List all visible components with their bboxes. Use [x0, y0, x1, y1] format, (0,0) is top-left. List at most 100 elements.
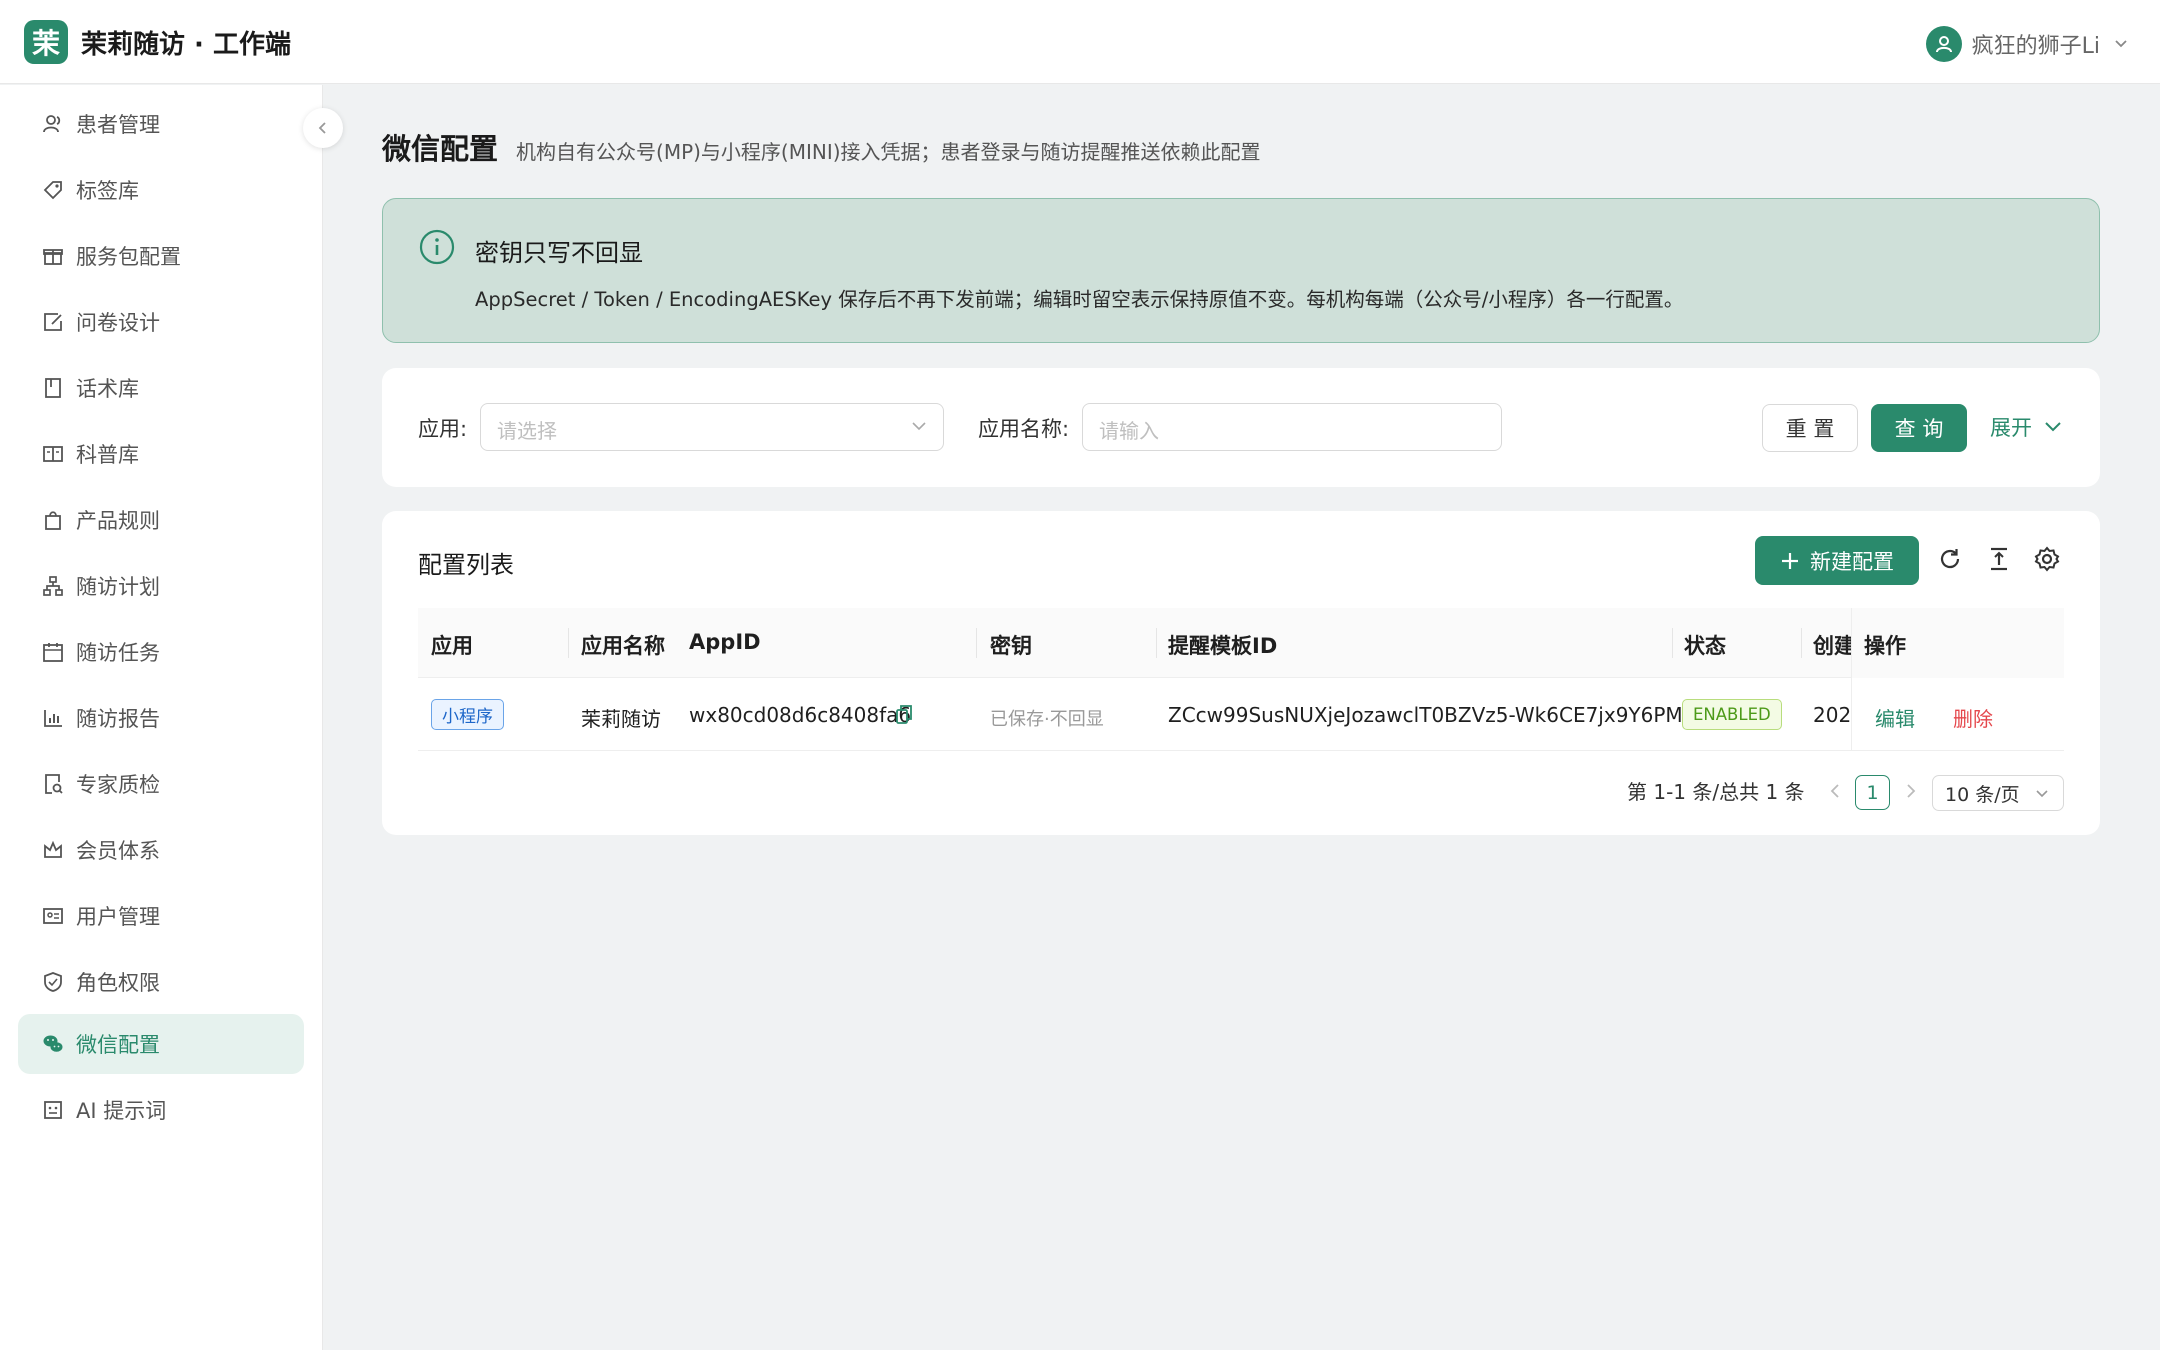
status-badge: ENABLED	[1682, 699, 1782, 730]
brand[interactable]: 茉 茉莉随访 · 工作端	[24, 20, 291, 64]
reload-icon[interactable]	[1937, 546, 1963, 572]
delete-link[interactable]: 删除	[1953, 703, 1993, 732]
sidebar-item-wechat-config[interactable]: 微信配置	[18, 1014, 304, 1074]
user-menu[interactable]: 疯狂的狮子Li	[1925, 26, 2128, 62]
search-form: 应用: 请选择 应用名称: 请输入 重 置 查 询 展开	[382, 368, 2100, 487]
sidebar-item-label: 随访报告	[76, 707, 160, 731]
column-header-template-id[interactable]: 提醒模板ID	[1168, 630, 1277, 660]
sidebar-item-label: 角色权限	[76, 971, 160, 995]
chevron-left-icon	[318, 122, 326, 134]
chevron-down-icon	[2115, 40, 2127, 48]
chevron-right-icon[interactable]	[1905, 783, 1917, 799]
sidebar-item-service-packages[interactable]: 服务包配置	[18, 226, 304, 286]
sidebar-item-expert-qc[interactable]: 专家质检	[18, 754, 304, 814]
table-header: 应用 应用名称 AppID 密钥 提醒模板ID 状态 创建 操作	[418, 608, 2064, 678]
info-icon	[419, 229, 455, 265]
cell-secret: 已保存·不回显	[990, 709, 1104, 730]
app-name-filter-label: 应用名称:	[978, 417, 1070, 441]
fixed-action-cell: 编辑 删除	[1851, 678, 2064, 750]
column-divider	[568, 628, 569, 658]
sidebar-item-label: 微信配置	[76, 1033, 160, 1057]
app-name-input[interactable]: 请输入	[1082, 403, 1502, 451]
app-type-tag: 小程序	[431, 699, 504, 730]
patient-icon	[43, 115, 61, 133]
cell-app-name: 茉莉随访	[581, 707, 661, 731]
column-header-secret[interactable]: 密钥	[990, 630, 1032, 660]
sidebar-item-label: AI 提示词	[76, 1099, 167, 1123]
sidebar-item-label: 随访任务	[76, 641, 160, 665]
created-column-clip: 创建	[1813, 608, 1851, 677]
sidebar-item-questionnaire[interactable]: 问卷设计	[18, 292, 304, 352]
user-avatar-icon	[1925, 26, 1962, 62]
sidebar-item-membership[interactable]: 会员体系	[18, 820, 304, 880]
sidebar-item-label: 问卷设计	[76, 311, 160, 335]
sidebar-item-label: 标签库	[76, 179, 139, 203]
cluster-icon	[43, 576, 63, 596]
sidebar-item-science[interactable]: 科普库	[18, 424, 304, 484]
sidebar-item-label: 产品规则	[76, 509, 160, 533]
sidebar-item-label: 服务包配置	[76, 245, 181, 269]
chevron-left-icon[interactable]	[1829, 783, 1841, 799]
tag-icon	[43, 181, 62, 200]
page-size-value: 10 条/页	[1945, 783, 2020, 806]
copy-icon[interactable]	[895, 704, 913, 726]
query-button[interactable]: 查 询	[1871, 404, 1967, 452]
column-height-icon[interactable]	[1986, 546, 2012, 572]
sidebar-item-product-rules[interactable]: 产品规则	[18, 490, 304, 550]
reset-button[interactable]: 重 置	[1762, 404, 1858, 452]
created-column-clip: 202	[1813, 678, 1851, 750]
page-1-button[interactable]: 1	[1855, 775, 1890, 810]
crown-icon	[44, 840, 62, 858]
column-header-appid[interactable]: AppID	[689, 630, 761, 654]
sidebar-item-follow-reports[interactable]: 随访报告	[18, 688, 304, 748]
sidebar-item-ai-prompts[interactable]: AI 提示词	[18, 1080, 304, 1140]
sidebar-item-label: 患者管理	[76, 113, 160, 137]
table-title: 配置列表	[418, 551, 514, 579]
sidebar-item-scripts[interactable]: 话术库	[18, 358, 304, 418]
setting-icon[interactable]	[2034, 546, 2060, 572]
sidebar-collapse-button[interactable]	[303, 108, 343, 148]
audit-icon	[45, 774, 63, 794]
page-title: 微信配置	[382, 132, 499, 166]
pagination-total: 第 1-1 条/总共 1 条	[1627, 780, 1805, 804]
sidebar-item-follow-tasks[interactable]: 随访任务	[18, 622, 304, 682]
chevron-down-icon	[912, 422, 926, 431]
sidebar-item-patients[interactable]: 患者管理	[18, 94, 304, 154]
column-header-app-name[interactable]: 应用名称	[581, 630, 665, 660]
column-divider	[1156, 628, 1157, 658]
expand-toggle[interactable]: 展开	[1990, 412, 2062, 442]
shopping-bag-icon	[45, 511, 61, 530]
column-header-app[interactable]: 应用	[431, 630, 473, 660]
column-header-status[interactable]: 状态	[1684, 630, 1726, 660]
app-select[interactable]: 请选择	[480, 403, 944, 451]
sidebar-item-follow-plan[interactable]: 随访计划	[18, 556, 304, 616]
sidebar-item-roles[interactable]: 角色权限	[18, 952, 304, 1012]
cell-created: 202	[1813, 703, 1851, 727]
info-alert: 密钥只写不回显 AppSecret / Token / EncodingAESK…	[382, 198, 2100, 343]
plus-icon	[1782, 552, 1798, 569]
sidebar-item-label: 用户管理	[76, 905, 160, 929]
sidebar-item-users[interactable]: 用户管理	[18, 886, 304, 946]
sidebar-item-tags[interactable]: 标签库	[18, 160, 304, 220]
id-card-icon	[43, 908, 63, 924]
app-select-placeholder: 请选择	[497, 419, 557, 443]
sidebar-item-label: 会员体系	[76, 839, 160, 863]
edit-link[interactable]: 编辑	[1875, 703, 1915, 732]
top-header: 茉 茉莉随访 · 工作端 疯狂的狮子Li	[0, 0, 2160, 84]
new-config-button[interactable]: 新建配置	[1755, 536, 1919, 585]
page-size-select[interactable]: 10 条/页	[1932, 775, 2064, 811]
cell-template-id: ZCcw99SusNUXjeJozawclT0BZVz5-Wk6CE7jx9Y6…	[1168, 703, 1697, 727]
column-header-created[interactable]: 创建	[1813, 630, 1851, 660]
sidebar-item-label: 科普库	[76, 443, 139, 467]
app-logo: 茉	[24, 20, 68, 64]
sidebar-item-label: 话术库	[76, 377, 139, 401]
page-header: 微信配置 机构自有公众号(MP)与小程序(MINI)接入凭据；患者登录与随访提醒…	[382, 126, 1261, 168]
bar-chart-icon	[44, 710, 62, 727]
new-config-label: 新建配置	[1810, 549, 1894, 574]
gift-icon	[43, 249, 63, 265]
user-name: 疯狂的狮子Li	[1971, 34, 2100, 59]
cell-appid: wx80cd08d6c8408fa6	[689, 703, 912, 727]
shield-icon	[44, 972, 62, 992]
fixed-action-column-header: 操作	[1851, 608, 2064, 678]
alert-title: 密钥只写不回显	[475, 239, 643, 267]
